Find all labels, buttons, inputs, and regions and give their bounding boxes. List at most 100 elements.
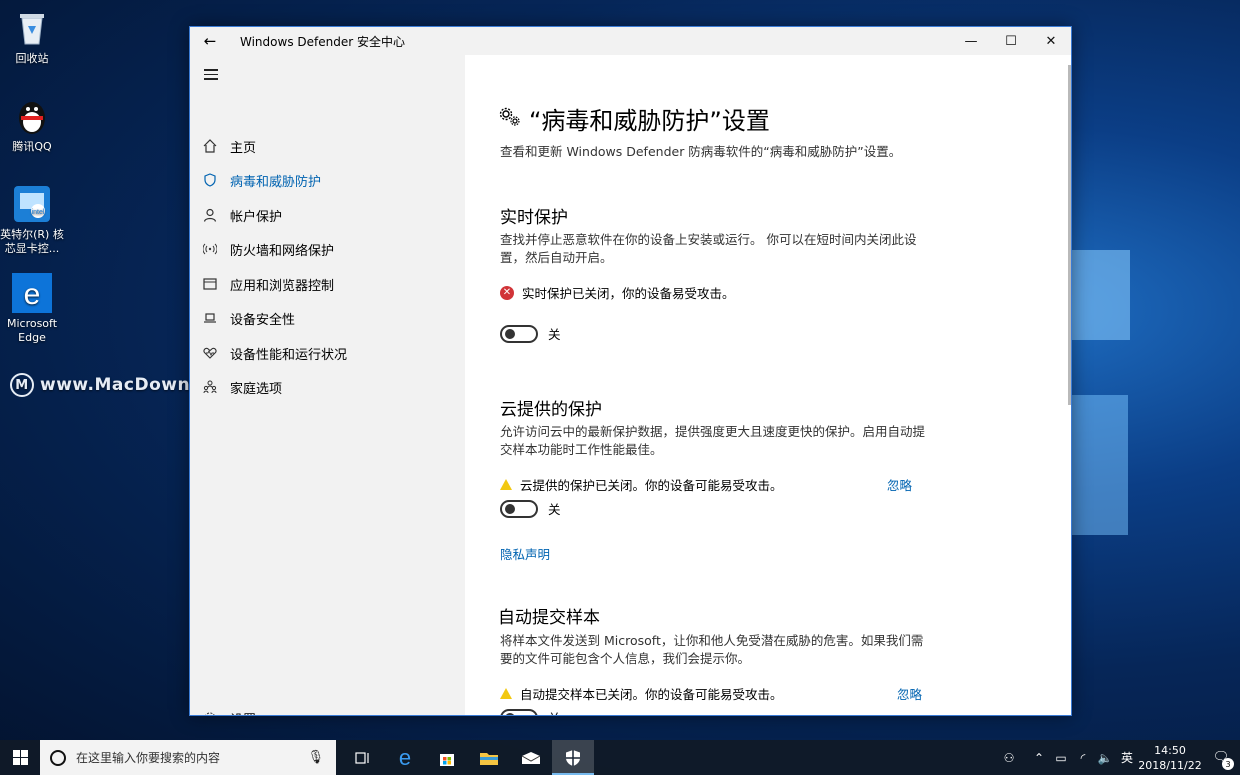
toggle-row-realtime: 关 <box>500 324 561 343</box>
page-title: “病毒和威胁防护”设置 <box>499 101 770 136</box>
sidebar: 主页 病毒和威胁防护 帐户保护 防火墙和网络保护 应用和浏览器控制 设备安全性 … <box>190 55 465 715</box>
system-tray: ⚇ ⌃ ▭ ◜ 🔈 英 14:50 2018/11/22 🗨 3 <box>998 740 1240 775</box>
toggle-row-cloud: 关 <box>500 499 561 518</box>
sidebar-item-settings[interactable]: 设置 <box>190 703 465 715</box>
section-desc-cloud: 允许访问云中的最新保护数据，提供强度更大且速度更快的保护。启用自动提交样本功能时… <box>500 424 926 457</box>
sample-toggle[interactable] <box>500 708 538 715</box>
sidebar-item-app-browser[interactable]: 应用和浏览器控制 <box>190 269 465 299</box>
start-button[interactable] <box>0 740 40 775</box>
warning-icon <box>500 688 512 699</box>
desktop-icon-label: Microsoft Edge <box>6 317 58 344</box>
desktop-icon-intel-graphics[interactable]: intel 英特尔(R) 核芯显卡控... <box>0 184 64 256</box>
status-text: 实时保护已关闭，你的设备易受攻击。 <box>522 286 735 301</box>
task-view-icon <box>355 751 369 764</box>
desktop-icon-edge[interactable]: e Microsoft Edge <box>0 273 64 345</box>
page-subtitle: 查看和更新 Windows Defender 防病毒软件的“病毒和威胁防护”设置… <box>500 144 902 159</box>
window-controls: — ☐ ✕ <box>951 27 1071 55</box>
scrollbar[interactable] <box>1068 65 1071 405</box>
status-text: 自动提交样本已关闭。你的设备可能易受攻击。 <box>520 687 783 702</box>
window-title: Windows Defender 安全中心 <box>240 34 405 49</box>
battery-icon[interactable]: ▭ <box>1050 751 1072 765</box>
toggle-state-label: 关 <box>548 708 561 715</box>
close-button[interactable]: ✕ <box>1031 27 1071 55</box>
minimize-button[interactable]: — <box>951 27 991 55</box>
sidebar-item-label: 设备安全性 <box>230 312 296 328</box>
sidebar-item-label: 主页 <box>230 140 257 156</box>
cloud-toggle[interactable] <box>500 499 538 518</box>
taskbar-mail-button[interactable] <box>510 740 552 775</box>
privacy-link[interactable]: 隐私声明 <box>500 544 550 563</box>
intel-graphics-icon: intel <box>12 184 52 224</box>
recycle-bin-icon <box>12 8 52 48</box>
realtime-toggle[interactable] <box>500 324 538 343</box>
family-icon <box>190 380 230 394</box>
network-icon[interactable]: ◜ <box>1072 751 1094 765</box>
desktop-icon-recycle-bin[interactable]: 回收站 <box>0 8 64 66</box>
notification-count: 3 <box>1222 758 1234 770</box>
shield-icon <box>566 749 580 766</box>
warning-icon <box>500 479 512 490</box>
sidebar-item-device-security[interactable]: 设备安全性 <box>190 303 465 333</box>
store-icon <box>440 753 454 766</box>
sidebar-item-label: 病毒和威胁防护 <box>230 174 322 190</box>
task-view-button[interactable] <box>342 740 384 775</box>
sidebar-item-firewall[interactable]: 防火墙和网络保护 <box>190 234 465 264</box>
volume-icon[interactable]: 🔈 <box>1094 751 1116 765</box>
laptop-icon <box>190 311 230 325</box>
sidebar-item-device-health[interactable]: 设备性能和运行状况 <box>190 338 465 368</box>
svg-text:intel: intel <box>32 209 45 216</box>
chevron-up-icon[interactable]: ⌃ <box>1028 751 1050 765</box>
toggle-state-label: 关 <box>548 502 561 517</box>
ime-indicator[interactable]: 英 <box>1116 749 1138 766</box>
hamburger-menu-icon[interactable] <box>204 69 218 83</box>
macdown-logo-icon: M <box>10 373 34 397</box>
clock-date: 2018/11/22 <box>1138 758 1202 772</box>
page-title-text: “病毒和威胁防护”设置 <box>529 107 770 135</box>
dismiss-link-cloud[interactable]: 忽略 <box>887 475 912 494</box>
sidebar-item-label: 防火墙和网络保护 <box>230 243 335 259</box>
desktop-icon-qq[interactable]: 腾讯QQ <box>0 96 64 154</box>
status-text: 云提供的保护已关闭。你的设备可能易受攻击。 <box>520 478 783 493</box>
people-icon[interactable]: ⚇ <box>998 751 1020 765</box>
qq-penguin-icon <box>12 96 52 136</box>
taskbar-defender-button[interactable] <box>552 740 594 775</box>
sidebar-item-label: 家庭选项 <box>230 381 283 397</box>
sidebar-item-virus-protection[interactable]: 病毒和威胁防护 <box>190 165 465 195</box>
dismiss-link-sample[interactable]: 忽略 <box>897 684 922 703</box>
taskbar-edge-button[interactable]: e <box>384 740 426 775</box>
section-heading-cloud: 云提供的保护 <box>500 400 602 420</box>
action-center-button[interactable]: 🗨 3 <box>1202 740 1240 775</box>
toggle-row-sample: 关 <box>500 708 561 715</box>
toggle-state-label: 关 <box>548 327 561 342</box>
wallpaper-beam <box>1070 395 1128 535</box>
taskbar-store-button[interactable] <box>426 740 468 775</box>
maximize-button[interactable]: ☐ <box>991 27 1031 55</box>
desktop-icon-label: 腾讯QQ <box>12 140 52 153</box>
clock[interactable]: 14:50 2018/11/22 <box>1138 743 1202 773</box>
svg-text:e: e <box>24 278 41 311</box>
home-icon <box>190 139 230 153</box>
search-placeholder: 在这里输入你要搜索的内容 <box>76 751 221 765</box>
section-desc-sample: 将样本文件发送到 Microsoft，让你和他人免受潜在威胁的危害。如果我们需要… <box>500 633 924 666</box>
browser-icon <box>190 277 230 291</box>
desktop-icon-label: 英特尔(R) 核芯显卡控... <box>0 228 64 255</box>
sidebar-item-label: 帐户保护 <box>230 209 283 225</box>
sidebar-item-account[interactable]: 帐户保护 <box>190 200 465 230</box>
shield-icon <box>190 173 230 187</box>
sidebar-item-home[interactable]: 主页 <box>190 131 465 161</box>
mail-icon <box>521 751 541 764</box>
taskbar-explorer-button[interactable] <box>468 740 510 775</box>
microphone-icon[interactable]: 🎙 <box>307 750 324 765</box>
back-button[interactable]: ← <box>190 32 230 50</box>
taskbar: 在这里输入你要搜索的内容 🎙 e ⚇ ⌃ ▭ ◜ 🔈 英 14:50 2018/… <box>0 740 1240 775</box>
error-icon: ✕ <box>500 285 514 300</box>
taskbar-search-box[interactable]: 在这里输入你要搜索的内容 🎙 <box>40 740 336 775</box>
edge-icon: e <box>398 744 412 770</box>
sidebar-item-label: 应用和浏览器控制 <box>230 278 335 294</box>
section-heading-realtime: 实时保护 <box>500 208 568 228</box>
sidebar-item-family[interactable]: 家庭选项 <box>190 372 465 402</box>
edge-icon: e <box>12 273 52 313</box>
cortana-icon <box>50 749 66 766</box>
clock-time: 14:50 <box>1154 743 1186 757</box>
main-content: “病毒和威胁防护”设置 查看和更新 Windows Defender 防病毒软件… <box>465 55 1071 715</box>
